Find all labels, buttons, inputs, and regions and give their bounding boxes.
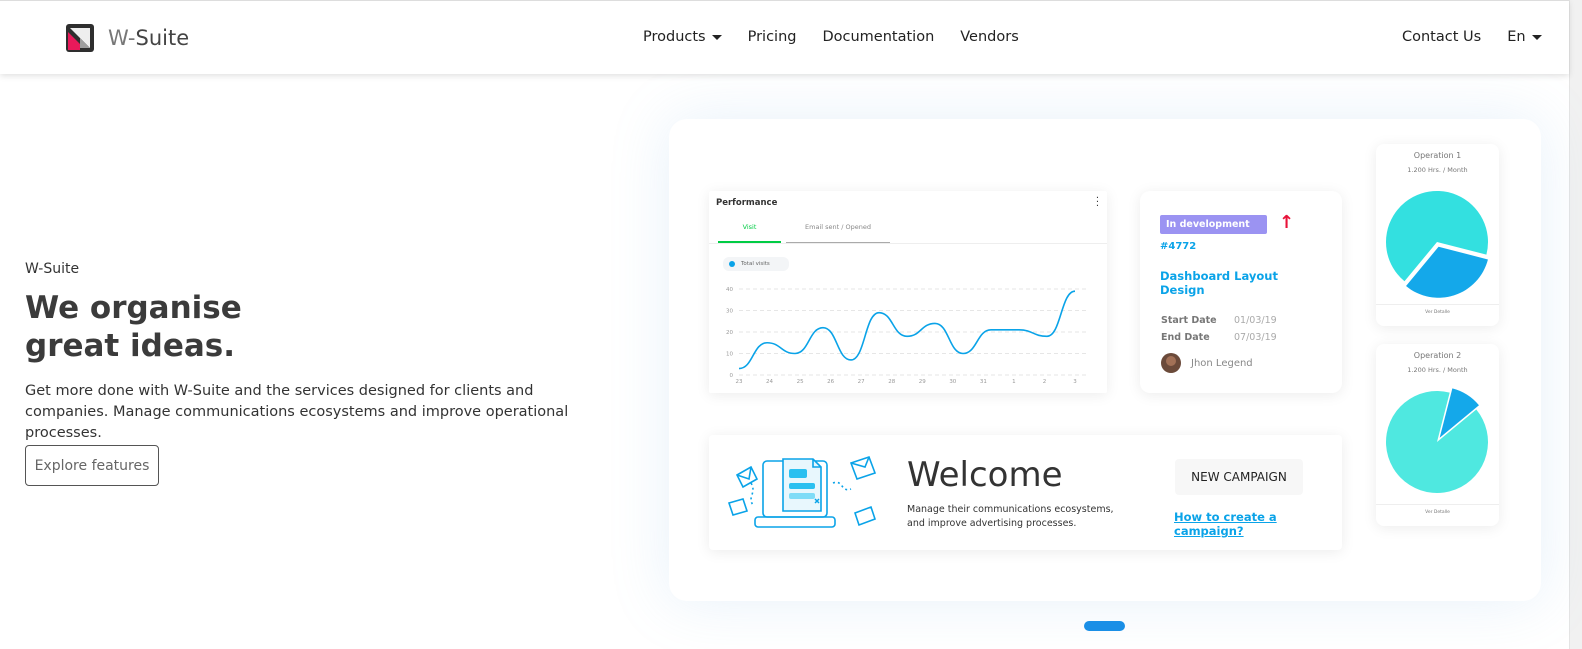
w-suite-logo-icon [66, 24, 94, 52]
assignee: Jhon Legend [1161, 353, 1253, 373]
hero-section: W-Suite We organise great ideas. Get mor… [25, 261, 615, 444]
chevron-down-icon [1531, 34, 1542, 40]
operation-title: Operation 1 [1413, 151, 1462, 160]
x-tick-label: 29 [919, 379, 926, 385]
top-navbar: W-Suite Products Pricing Documentation V… [0, 0, 1569, 74]
welcome-subtitle: Manage their communications ecosystems, … [907, 504, 1114, 529]
page-scrollbar[interactable] [1569, 0, 1582, 649]
operation-pie-chart [1386, 191, 1488, 298]
operation-subtitle: 1.200 Hrs. / Month [1407, 166, 1468, 174]
campaign-illustration-icon [727, 455, 877, 528]
priority-arrow-up-icon: ↑ [1279, 212, 1295, 233]
y-tick-label: 0 [730, 373, 734, 379]
x-tick-label: 26 [827, 379, 834, 385]
nav-pricing[interactable]: Pricing [748, 29, 797, 45]
explore-features-button[interactable]: Explore features [25, 445, 159, 486]
start-date-row: Start Date 01/03/19 [1161, 315, 1277, 326]
performance-line-chart: 01020304023 24 25 26 27 28 29 30 31 1 2 3 [726, 287, 1089, 385]
avatar [1161, 353, 1181, 373]
x-tick-label: 27 [858, 379, 865, 385]
hero-headline: We organise great ideas. [25, 290, 242, 364]
x-tick-label: 30 [949, 379, 956, 385]
language-selector[interactable]: En [1507, 29, 1542, 45]
welcome-card: Welcome Manage their communications ecos… [709, 435, 1342, 550]
brand-name: W-Suite [108, 26, 190, 50]
dashboard-preview: Performance · · · Visit Email sent / Opene… [669, 119, 1541, 601]
x-tick-label: 23 [736, 379, 743, 385]
hero-description: Get more done with W-Suite and the servi… [25, 383, 569, 441]
operation-subtitle: 1.200 Hrs. / Month [1407, 366, 1468, 374]
nav-documentation[interactable]: Documentation [822, 29, 934, 45]
task-id: #4772 [1160, 241, 1197, 252]
nav-vendors[interactable]: Vendors [960, 29, 1019, 45]
divider [1376, 504, 1499, 505]
x-tick-label: 3 [1073, 379, 1077, 385]
x-tick-label: 2 [1043, 379, 1047, 385]
operation-pie-chart [1386, 388, 1488, 493]
divider [1376, 304, 1499, 305]
hero-eyebrow: W-Suite [25, 261, 80, 277]
y-tick-label: 20 [726, 330, 733, 336]
carousel-pager-dot[interactable] [1084, 621, 1125, 631]
operation-title: Operation 2 [1413, 351, 1462, 360]
welcome-title: Welcome [907, 455, 1063, 495]
end-date-row: End Date 07/03/19 [1161, 332, 1277, 343]
status-badge: In development [1160, 215, 1267, 234]
how-to-create-campaign-link[interactable]: How to create a campaign? [1174, 510, 1342, 538]
right-nav: Contact Us En [1402, 29, 1542, 45]
y-tick-label: 10 [726, 352, 733, 358]
x-tick-label: 28 [888, 379, 895, 385]
x-tick-label: 1 [1012, 379, 1016, 385]
view-details-link[interactable]: Ver Detalle [1376, 310, 1499, 315]
operation-card-1: Operation 1 1.200 Hrs. / Month Ver Detal… [1376, 144, 1499, 326]
performance-card: Performance · · · Visit Email sent / Opene… [709, 191, 1107, 393]
task-title[interactable]: Dashboard Layout Design [1160, 269, 1290, 297]
series-line-total-visits [738, 290, 1076, 370]
main-nav: Products Pricing Documentation Vendors [643, 29, 1019, 45]
x-tick-label: 25 [797, 379, 804, 385]
nav-products[interactable]: Products [643, 29, 722, 45]
brand-logo[interactable]: W-Suite [66, 24, 189, 52]
task-card: In development ↑ #4772 Dashboard Layout … [1140, 191, 1342, 393]
chevron-down-icon [711, 34, 722, 40]
y-tick-label: 30 [726, 309, 733, 315]
operation-card-2: Operation 2 1.200 Hrs. / Month Ver Detal… [1376, 344, 1499, 526]
contact-us-link[interactable]: Contact Us [1402, 29, 1481, 45]
new-campaign-button[interactable]: NEW CAMPAIGN [1175, 459, 1303, 495]
x-tick-label: 24 [766, 379, 773, 385]
y-tick-label: 40 [726, 287, 733, 293]
view-details-link[interactable]: Ver Detalle [1376, 510, 1499, 515]
x-tick-label: 31 [980, 379, 987, 385]
